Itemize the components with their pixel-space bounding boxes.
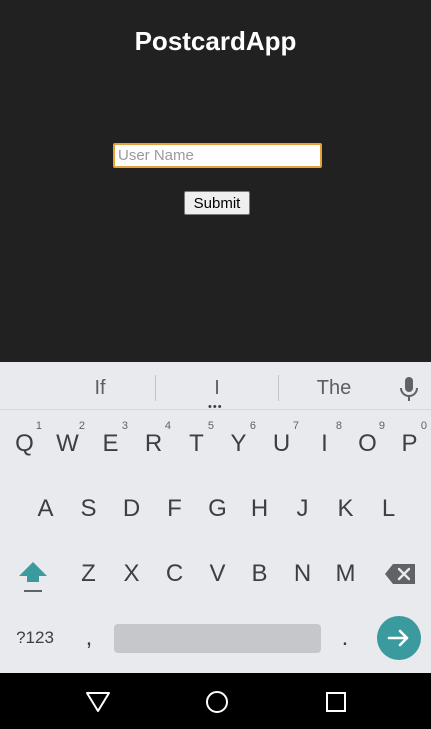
key-label: O [358, 430, 377, 457]
key-label: Q [15, 430, 34, 457]
system-nav-bar [0, 673, 431, 729]
key-hint: 6 [249, 420, 256, 432]
key-label: I [321, 430, 328, 457]
key-o[interactable]: O9 [346, 420, 389, 462]
key-i[interactable]: I8 [303, 420, 346, 462]
key-hint: 3 [121, 420, 128, 432]
key-y[interactable]: Y6 [217, 420, 260, 462]
key-x[interactable]: X [110, 556, 153, 592]
key-hint: 8 [335, 420, 342, 432]
key-hint: 7 [292, 420, 299, 432]
key-label: U [272, 430, 291, 457]
key-hint: 0 [420, 420, 427, 432]
key-k[interactable]: K [324, 491, 367, 527]
key-e[interactable]: E3 [89, 420, 132, 462]
key-u[interactable]: U7 [260, 420, 303, 462]
key-label: W [56, 430, 79, 457]
comma-key[interactable]: , [78, 624, 100, 652]
key-hint: 1 [35, 420, 42, 432]
symbols-key[interactable]: ?123 [12, 628, 58, 648]
key-m[interactable]: M [324, 556, 367, 592]
submit-button[interactable]: Submit [184, 191, 250, 215]
key-hint: 5 [207, 420, 214, 432]
key-a[interactable]: A [24, 491, 67, 527]
key-f[interactable]: F [153, 491, 196, 527]
key-j[interactable]: J [281, 491, 324, 527]
key-label: Y [230, 430, 247, 457]
shift-icon[interactable] [16, 559, 50, 597]
key-label: E [102, 430, 119, 457]
suggestion-left[interactable]: If [45, 362, 155, 409]
key-t[interactable]: T5 [175, 420, 218, 462]
key-l[interactable]: L [367, 491, 410, 527]
key-hint: 4 [164, 420, 171, 432]
suggestion-right[interactable]: The [279, 362, 389, 409]
key-c[interactable]: C [153, 556, 196, 592]
key-v[interactable]: V [196, 556, 239, 592]
back-triangle-icon[interactable] [85, 689, 111, 715]
key-z[interactable]: Z [67, 556, 110, 592]
soft-keyboard: If I ••• The Q1 W2 E3 R4 T5 Y6 U7 I8 O9 … [0, 362, 431, 673]
backspace-icon[interactable] [384, 562, 418, 586]
enter-arrow-icon [387, 629, 409, 647]
username-input[interactable] [113, 143, 322, 168]
period-key[interactable]: . [334, 624, 356, 652]
key-s[interactable]: S [67, 491, 110, 527]
key-r[interactable]: R4 [132, 420, 175, 462]
more-suggestions-icon: ••• [208, 401, 223, 413]
key-h[interactable]: H [238, 491, 281, 527]
recents-square-icon[interactable] [323, 689, 349, 715]
key-label: T [189, 430, 204, 457]
key-w[interactable]: W2 [46, 420, 89, 462]
key-n[interactable]: N [281, 556, 324, 592]
app-title: PostcardApp [134, 26, 297, 56]
home-circle-icon[interactable] [204, 689, 230, 715]
key-d[interactable]: D [110, 491, 153, 527]
key-label: P [401, 430, 418, 457]
space-key[interactable] [114, 624, 321, 653]
suggestion-bar: If I ••• The [0, 362, 431, 413]
mic-icon[interactable] [398, 375, 420, 403]
key-g[interactable]: G [196, 491, 239, 527]
key-hint: 9 [378, 420, 385, 432]
app-screen: PostcardApp Submit [0, 0, 431, 362]
key-label: R [144, 430, 163, 457]
key-p[interactable]: P0 [388, 420, 431, 462]
key-b[interactable]: B [238, 556, 281, 592]
enter-key[interactable] [377, 616, 421, 660]
key-q[interactable]: Q1 [3, 420, 46, 462]
key-hint: 2 [78, 420, 85, 432]
